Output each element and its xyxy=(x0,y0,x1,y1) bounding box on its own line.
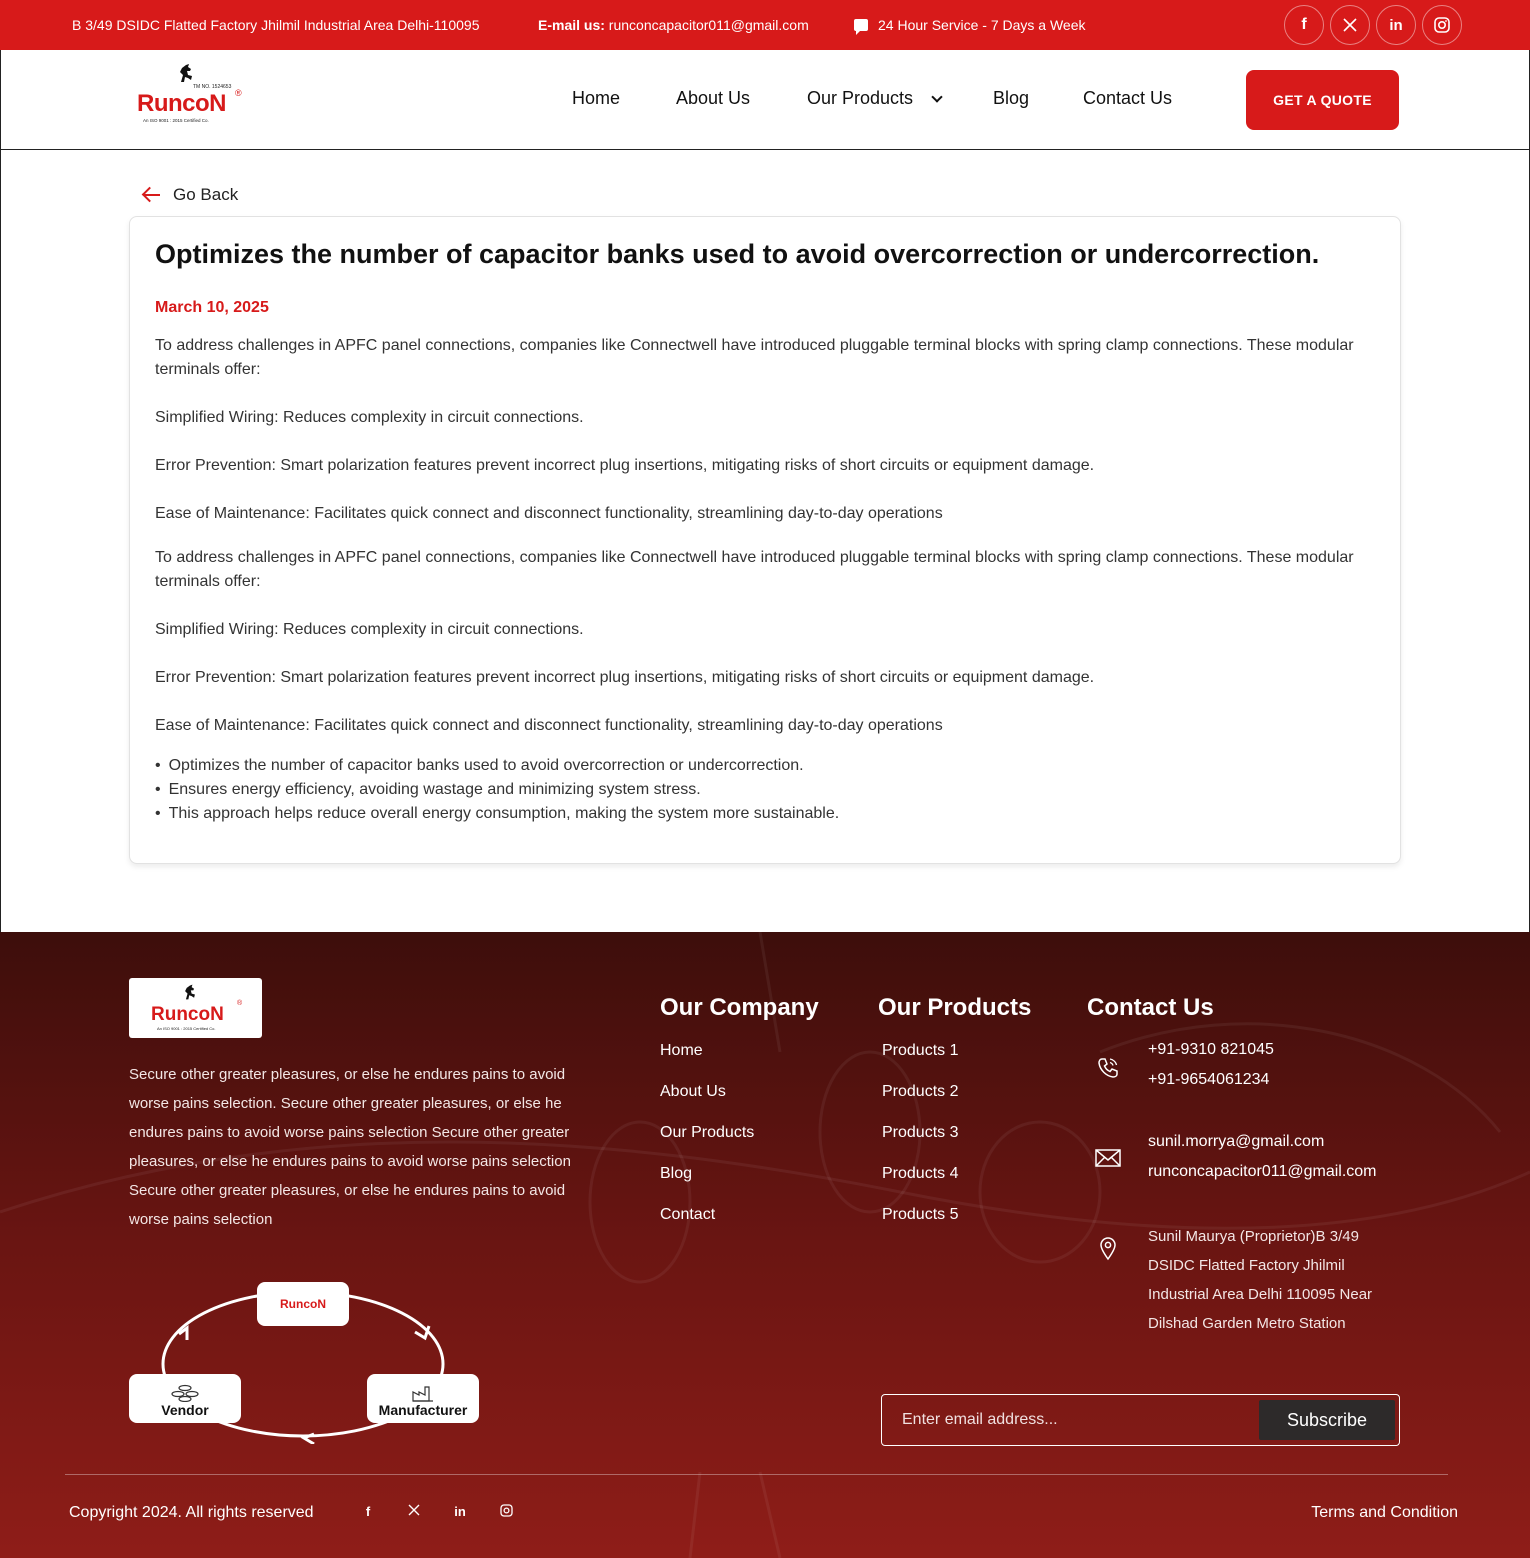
article-paragraph: Simplified Wiring: Reduces complexity in… xyxy=(155,621,584,638)
nav-home[interactable]: Home xyxy=(572,88,620,109)
linkedin-icon[interactable]: in xyxy=(437,1504,483,1520)
article-date: March 10, 2025 xyxy=(155,299,269,316)
copyright-text: Copyright 2024. All rights reserved xyxy=(69,1504,314,1521)
site-footer: RuncoN ® An ISO 9001 : 2015 Certified Co… xyxy=(0,932,1530,1558)
go-back-label: Go Back xyxy=(173,185,239,204)
instagram-icon[interactable] xyxy=(1422,5,1462,45)
logo-wordmark: RuncoN xyxy=(151,1004,224,1025)
phone-2[interactable]: +91-9654061234 xyxy=(1148,1065,1269,1095)
service-text: 24 Hour Service - 7 Days a Week xyxy=(878,17,1086,33)
article-paragraph: Ease of Maintenance: Facilitates quick c… xyxy=(155,717,943,734)
footer-link-product-3[interactable]: Products 3 xyxy=(882,1124,958,1142)
vendor-icon xyxy=(171,1384,199,1402)
nav-contact[interactable]: Contact Us xyxy=(1083,88,1172,109)
registered-icon: ® xyxy=(235,88,242,98)
footer-address: Sunil Maurya (Proprietor)B 3/49 DSIDC Fl… xyxy=(1148,1228,1373,1332)
manufacturer-label: Manufacturer xyxy=(378,1402,468,1418)
article-title: Optimizes the number of capacitor banks … xyxy=(155,239,1320,269)
footer-link-product-5[interactable]: Products 5 xyxy=(882,1206,958,1224)
footer-link-home[interactable]: Home xyxy=(660,1042,703,1060)
footer-link-products[interactable]: Our Products xyxy=(660,1124,754,1142)
linkedin-icon[interactable]: in xyxy=(1376,5,1416,45)
get-quote-button[interactable]: GET A QUOTE xyxy=(1246,70,1399,130)
email-2[interactable]: runconcapacitor011@gmail.com xyxy=(1148,1157,1377,1187)
top-bar: B 3/49 DSIDC Flatted Factory Jhilmil Ind… xyxy=(0,0,1530,50)
iso-certification: An ISO 9001 : 2015 Certified Co. xyxy=(143,118,209,123)
email-1[interactable]: sunil.morrya@gmail.com xyxy=(1148,1127,1324,1157)
footer-divider xyxy=(65,1474,1448,1475)
footer-link-product-1[interactable]: Products 1 xyxy=(882,1042,958,1060)
phone-1[interactable]: +91-9310 821045 xyxy=(1148,1035,1274,1065)
company-title: Our Company xyxy=(660,994,819,1021)
article-paragraph: Simplified Wiring: Reduces complexity in… xyxy=(155,409,584,426)
factory-icon xyxy=(412,1386,433,1402)
cycle-node-vendor: Vendor xyxy=(129,1374,241,1423)
footer-link-contact[interactable]: Contact xyxy=(660,1206,715,1224)
horse-icon xyxy=(185,984,195,1000)
article-paragraph: To address challenges in APFC panel conn… xyxy=(155,549,1354,590)
footer-description: Secure other greater pleasures, or else … xyxy=(129,1066,571,1228)
list-item: Optimizes the number of capacitor banks … xyxy=(155,754,839,778)
facebook-icon[interactable]: f xyxy=(345,1504,391,1520)
service-hours: 24 Hour Service - 7 Days a Week xyxy=(854,17,1086,35)
facebook-icon[interactable]: f xyxy=(1284,5,1324,45)
products-title: Our Products xyxy=(878,994,1032,1021)
arrow-left-icon xyxy=(141,186,161,203)
footer-socials: f in xyxy=(345,1504,529,1520)
article-paragraph: Error Prevention: Smart polarization fea… xyxy=(155,457,1095,474)
top-socials: f in xyxy=(1284,5,1462,45)
footer-link-blog[interactable]: Blog xyxy=(660,1165,692,1183)
go-back-link[interactable]: Go Back xyxy=(141,185,238,205)
registered-icon: ® xyxy=(237,1000,243,1007)
article-bullets: Optimizes the number of capacitor banks … xyxy=(155,754,840,826)
top-address: B 3/49 DSIDC Flatted Factory Jhilmil Ind… xyxy=(72,17,480,33)
instagram-icon[interactable] xyxy=(483,1504,529,1520)
x-icon[interactable] xyxy=(391,1504,437,1520)
iso-certification: An ISO 9001 : 2015 Certified Co. xyxy=(157,1026,216,1031)
nav-products[interactable]: Our Products xyxy=(807,88,943,109)
list-item: Ensures energy efficiency, avoiding wast… xyxy=(155,778,839,802)
contact-title: Contact Us xyxy=(1087,994,1214,1021)
logo-wordmark: RuncoN xyxy=(280,1297,326,1311)
email-label: E-mail us: xyxy=(538,17,605,33)
article-paragraph: To address challenges in APFC panel conn… xyxy=(155,337,1354,378)
footer-link-about[interactable]: About Us xyxy=(660,1083,726,1101)
chat-icon xyxy=(854,19,868,35)
terms-link[interactable]: Terms and Condition xyxy=(1311,1504,1458,1522)
x-icon[interactable] xyxy=(1330,5,1370,45)
nav-about[interactable]: About Us xyxy=(676,88,750,109)
footer-logo[interactable]: RuncoN ® An ISO 9001 : 2015 Certified Co… xyxy=(129,978,262,1038)
location-pin-icon xyxy=(1100,1237,1116,1261)
footer-link-product-4[interactable]: Products 4 xyxy=(882,1165,958,1183)
top-email[interactable]: E-mail us: runconcapacitor011@gmail.com xyxy=(538,17,809,33)
logo-wordmark: RuncoN xyxy=(137,90,227,117)
newsletter-email-input[interactable] xyxy=(902,1407,1252,1433)
subscribe-button[interactable]: Subscribe xyxy=(1259,1400,1395,1440)
newsletter-form: Subscribe xyxy=(881,1394,1400,1446)
article-paragraph: Error Prevention: Smart polarization fea… xyxy=(155,669,1095,686)
supply-cycle-diagram: RuncoN Vendor Manufacturer xyxy=(129,1282,481,1444)
cycle-node-manufacturer: Manufacturer xyxy=(367,1374,479,1423)
article-paragraph: Ease of Maintenance: Facilitates quick c… xyxy=(155,505,943,522)
site-logo[interactable]: TM NO. 1524653 RuncoN ® An ISO 9001 : 20… xyxy=(137,62,247,132)
cycle-node-runcon: RuncoN xyxy=(257,1282,349,1326)
chevron-down-icon xyxy=(931,91,943,103)
phone-icon xyxy=(1098,1058,1118,1078)
horse-icon xyxy=(180,64,192,82)
nav-products-label: Our Products xyxy=(807,88,914,108)
nav-blog[interactable]: Blog xyxy=(993,88,1029,109)
vendor-label: Vendor xyxy=(161,1402,209,1418)
site-header: TM NO. 1524653 RuncoN ® An ISO 9001 : 20… xyxy=(0,50,1530,150)
mail-icon xyxy=(1095,1149,1121,1167)
article-card: Optimizes the number of capacitor banks … xyxy=(129,216,1401,864)
email-value[interactable]: runconcapacitor011@gmail.com xyxy=(609,17,809,33)
footer-link-product-2[interactable]: Products 2 xyxy=(882,1083,958,1101)
list-item: This approach helps reduce overall energ… xyxy=(155,802,840,826)
